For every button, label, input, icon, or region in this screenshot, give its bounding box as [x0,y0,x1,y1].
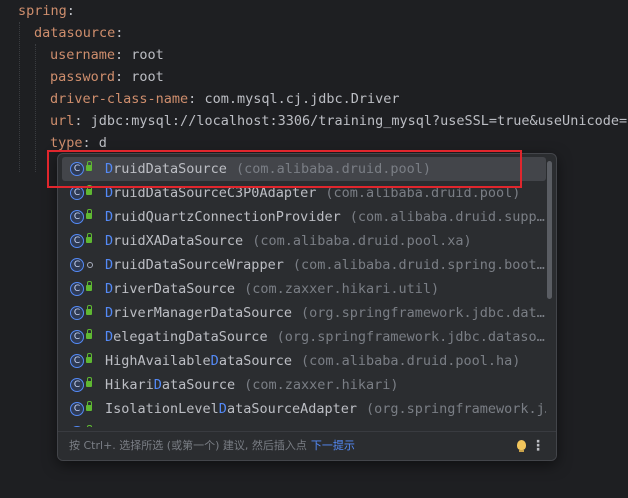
yaml-value: root [131,47,164,63]
yaml-line-datasource: datasource: [34,25,124,41]
yaml-key: type [50,135,83,151]
public-visibility-icon [86,281,92,291]
yaml-line-driver: driver-class-name: com.mysql.cj.jdbc.Dri… [50,91,400,107]
completion-item-label: DruidXADataSource (com.alibaba.druid.pool… [105,233,472,249]
public-visibility-icon [86,401,92,411]
completion-item-label: DruidDataSourceWrapper (com.alibaba.druid… [105,257,545,273]
yaml-value: com.mysql.cj.jdbc.Driver [204,91,400,107]
completion-item-package: (org.springframework.jdbc.dat… [300,305,545,321]
completion-item-label: IsolationLevelDataSourceAdapter (org.spri… [105,397,546,421]
completion-item[interactable]: C DruidDataSourceWrapper (com.alibaba.drui… [62,253,546,277]
completion-item-package: (com.zaxxer.hikari) [244,377,399,393]
public-visibility-icon [86,353,92,363]
completion-item-label: HikariDataSource (com.zaxxer.hikari) [105,377,399,393]
completion-item[interactable]: C HikariDataSource (com.zaxxer.hikari) [62,373,546,397]
completion-item[interactable]: C HighAvailableDataSource (com.alibaba.dru… [62,349,546,373]
class-icon: C [70,282,84,296]
indent-guide [19,22,20,172]
class-icon: C [70,378,84,392]
completion-item[interactable]: C DriverDataSource (com.zaxxer.hikari.util… [62,277,546,301]
indent-guide [35,44,36,172]
yaml-value: jdbc:mysql://localhost:3306/training_mys… [90,113,628,129]
completion-item[interactable]: C IsolationLevelDataSourceAdapter (org.spr… [62,397,546,421]
class-icon: C [70,210,84,224]
next-tip-link[interactable]: 下一提示 [311,439,355,452]
more-options-icon[interactable]: ⋮ [531,432,545,460]
yaml-key: spring [18,3,67,19]
public-visibility-icon [86,233,92,243]
class-icon: C [70,186,84,200]
class-icon: C [70,354,84,368]
completion-item-label: HighAvailableDataSource (com.alibaba.drui… [105,353,521,369]
completion-item[interactable]: C IsolationLevelDataSourceRouter(org.spri… [62,421,546,427]
completion-item-label: DruidQuartzConnectionProvider (com.alibab… [105,209,545,225]
completion-item-package: (com.alibaba.druid.spring.boot… [292,257,545,273]
completion-item-package: (com.alibaba.druid.pool.ha) [300,353,521,369]
yaml-key: url [50,113,75,129]
yaml-line-spring: spring: [18,3,75,19]
footer-hint: 按 Ctrl+. 选择所选 (或第一个) 建议, 然后插入点 下一提示 [69,439,355,452]
class-icon: C [70,234,84,248]
yaml-key: username [50,47,116,63]
yaml-value: d [98,135,107,151]
completion-item-package: (org.springframework.jdbc… [358,425,546,427]
public-visibility-icon [86,329,92,339]
yaml-key: password [50,69,116,85]
class-icon: C [70,258,84,272]
completion-footer: 按 Ctrl+. 选择所选 (或第一个) 建议, 然后插入点 下一提示 ⋮ [58,431,556,460]
public-visibility-icon [86,209,92,219]
yaml-key: driver-class-name [50,91,189,107]
class-icon: C [70,426,84,427]
class-icon: C [70,330,84,344]
class-icon: C [70,306,84,320]
completion-item[interactable]: C DelegatingDataSource (org.springframewor… [62,325,546,349]
completion-item-package: (com.alibaba.druid.pool.xa) [252,233,472,249]
yaml-key: datasource [34,25,116,41]
completion-item-label: DelegatingDataSource (org.springframework… [105,329,545,345]
yaml-line-url: url: jdbc:mysql://localhost:3306/trainin… [50,110,628,132]
completion-item-package: (org.springframework.jdbc.dataso… [276,329,545,345]
yaml-value: root [131,69,164,85]
completion-scrollbar[interactable] [547,161,552,299]
completion-item[interactable]: C DruidQuartzConnectionProvider (com.aliba… [62,205,546,229]
package-visibility-icon [87,262,93,268]
completion-list[interactable]: C DruidDataSource (com.alibaba.druid.pool)… [58,157,546,427]
class-icon: C [70,402,84,416]
completion-item-label: DriverManagerDataSource (org.springframew… [105,305,545,321]
public-visibility-icon [86,185,92,195]
lightbulb-icon[interactable] [517,440,526,452]
completion-item[interactable]: C DriverManagerDataSource (org.springframe… [62,301,546,325]
completion-item-package: (com.alibaba.druid.supp… [349,209,545,225]
yaml-line-username: username: root [50,47,164,63]
completion-item[interactable]: C DruidXADataSource (com.alibaba.druid.poo… [62,229,546,253]
annotation-highlight-box [47,150,522,188]
completion-item-package: (org.springframework.j… [365,401,546,417]
yaml-line-password: password: root [50,69,164,85]
public-visibility-icon [86,305,92,315]
completion-item-label: IsolationLevelDataSourceRouter(org.sprin… [105,421,546,427]
public-visibility-icon [86,377,92,387]
completion-popup[interactable]: C DruidDataSource (com.alibaba.druid.pool)… [57,153,557,461]
completion-item-package: (com.zaxxer.hikari.util) [244,281,440,297]
completion-item-label: DriverDataSource (com.zaxxer.hikari.util) [105,281,440,297]
